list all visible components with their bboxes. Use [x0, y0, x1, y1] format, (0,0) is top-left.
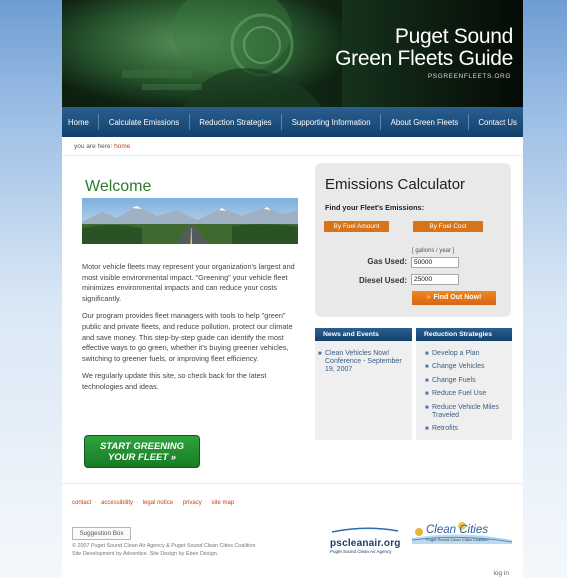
nav-home[interactable]: Home — [68, 118, 89, 127]
gas-used-label: Gas Used: — [367, 257, 407, 266]
bullet-icon: ■ — [425, 351, 429, 357]
separator: · — [176, 500, 179, 506]
diesel-used-input[interactable]: 25000 — [411, 274, 459, 285]
credits-line: Site Development by Adventive. Site Desi… — [72, 550, 219, 557]
reduction-item-label: Reduce Vehicle Miles Traveled — [432, 403, 499, 419]
find-out-now-button[interactable]: » Find Out Now! — [412, 291, 496, 305]
reduction-item-label: Change Vehicles — [432, 363, 485, 371]
footer-link-privacy[interactable]: privacy — [183, 500, 202, 506]
copyright-text: © 2007 Puget Sound Clean Air Agency & Pu… — [72, 543, 255, 558]
footer-link-contact[interactable]: contact — [72, 500, 91, 506]
nav-contact-us[interactable]: Contact Us — [478, 118, 517, 127]
start-greening-line1: START GREENING — [99, 441, 185, 452]
reduction-item-label: Reduce Fuel Use — [432, 390, 487, 398]
site-header: Puget Sound Green Fleets Guide PSGREENFL… — [62, 0, 523, 107]
gas-used-input[interactable]: 50000 — [411, 257, 459, 268]
reduction-item-label: Change Fuels — [432, 376, 476, 384]
site-title: Puget Sound Green Fleets Guide — [335, 26, 513, 70]
site-url: PSGREENFLEETS.ORG — [427, 73, 511, 80]
nav-divider — [467, 114, 469, 130]
news-events-header: News and Events — [315, 328, 412, 341]
bullet-icon: ■ — [425, 364, 429, 371]
page-container: Puget Sound Green Fleets Guide PSGREENFL… — [62, 0, 523, 578]
bullet-icon: ■ — [425, 391, 429, 398]
separator: · — [94, 500, 97, 506]
site-title-line1: Puget Sound — [394, 25, 513, 48]
diesel-used-label: Diesel Used: — [358, 276, 407, 285]
start-greening-line2: YOUR FLEET » — [107, 452, 177, 463]
intro-paragraph: Our program provides fleet managers with… — [82, 311, 293, 363]
intro-paragraph: We regularly update this site, so check … — [82, 371, 267, 391]
footer-link-accessibility[interactable]: accessibility — [101, 500, 133, 506]
reduction-item-reduce-fuel-use[interactable]: ■ Reduce Fuel Use — [425, 390, 502, 398]
bullet-icon: ■ — [425, 425, 429, 432]
reduction-item-retrofits[interactable]: ■ Retrofits — [425, 424, 502, 433]
reduction-item-label: Develop a Plan — [432, 350, 480, 357]
arrow-icon: » — [426, 294, 431, 301]
clean-cities-logo-subtitle: Puget Sound Clean Cities Coalition — [426, 537, 489, 542]
suggestion-box-button[interactable]: Suggestion Box — [72, 527, 131, 540]
footer-link-site-map[interactable]: site map — [211, 500, 234, 506]
separator: · — [136, 500, 139, 506]
main-nav: Home Calculate Emissions Reduction Strat… — [62, 107, 523, 137]
nav-reduction-strategies[interactable]: Reduction Strategies — [199, 118, 271, 127]
intro-text: Motor vehicle fleets may represent your … — [82, 262, 306, 400]
reduction-strategies-header: Reduction Strategies — [416, 328, 512, 341]
reduction-item-change-fuels[interactable]: ■ Change Fuels — [425, 376, 502, 385]
reduction-item-change-vehicles[interactable]: ■ Change Vehicles — [425, 363, 502, 371]
units-label: [ gallons / year ] — [412, 248, 455, 254]
by-fuel-amount-button[interactable]: By Fuel Amount — [324, 221, 389, 232]
pscleanair-logo[interactable]: pscleanair.org Puget Sound Clean Air Age… — [330, 520, 401, 554]
pscleanair-logo-swoosh — [331, 527, 399, 533]
nav-divider — [98, 114, 100, 130]
find-out-now-label: Find Out Now! — [433, 294, 482, 301]
reduction-item-reduce-vmt[interactable]: ■ Reduce Vehicle Miles Traveled — [425, 403, 502, 420]
breadcrumb-prefix: you are here: — [74, 143, 113, 150]
divider — [62, 155, 523, 156]
pscleanair-logo-text: pscleanair.org — [330, 538, 401, 549]
breadcrumb: you are here: home — [74, 143, 130, 150]
page-title: Welcome — [85, 178, 152, 195]
nav-divider — [380, 114, 382, 130]
reduction-strategies-list: ■ Develop a Plan ■ Change Vehicles ■ Change… — [425, 350, 502, 438]
nav-about-green-fleets[interactable]: About Green Fleets — [391, 118, 459, 127]
bullet-icon: ■ — [318, 351, 322, 357]
intro-paragraph: Motor vehicle fleets may represent your … — [82, 262, 295, 303]
bullet-icon: ■ — [425, 404, 429, 411]
login-link[interactable]: log in — [493, 570, 509, 577]
calculator-title: Emissions Calculator — [325, 176, 466, 193]
news-item-text: Clean Vehicles Now! Conference - Septemb… — [325, 350, 402, 373]
hero-landscape-image — [82, 198, 298, 244]
nav-supporting-information[interactable]: Supporting Information — [292, 118, 371, 127]
start-greening-button[interactable]: START GREENING YOUR FLEET » — [84, 435, 200, 468]
footer-links: contact · accessibility · legal notice · pr… — [72, 500, 234, 506]
separator: · — [204, 500, 207, 506]
clean-cities-logo[interactable]: Clean Cities Puget Sound Clean Cities Co… — [412, 520, 512, 544]
breadcrumb-home-link[interactable]: home — [114, 143, 130, 150]
news-item[interactable]: ■ Clean Vehicles Now! Conference - Septe… — [318, 350, 409, 374]
nav-calculate-emissions[interactable]: Calculate Emissions — [109, 118, 179, 127]
footer-link-legal-notice[interactable]: legal notice — [143, 500, 173, 506]
copyright-line: © 2007 Puget Sound Clean Air Agency & Pu… — [72, 543, 256, 549]
clean-cities-logo-text: Clean Cities — [426, 524, 488, 536]
nav-divider — [281, 114, 283, 130]
footer-divider — [62, 483, 523, 484]
reduction-item-label: Retrofits — [432, 424, 459, 432]
by-fuel-cost-button[interactable]: By Fuel Cost — [413, 221, 483, 232]
emissions-calculator: Emissions Calculator Find your Fleet's E… — [315, 163, 511, 317]
site-title-line2: Green Fleets Guide — [335, 47, 513, 70]
calculator-subtitle: Find your Fleet's Emissions: — [325, 203, 425, 212]
nav-divider — [188, 114, 190, 130]
reduction-item-develop-plan[interactable]: ■ Develop a Plan — [425, 350, 502, 358]
bullet-icon: ■ — [425, 377, 429, 384]
pscleanair-logo-subtitle: Puget Sound Clean Air Agency — [330, 549, 392, 554]
